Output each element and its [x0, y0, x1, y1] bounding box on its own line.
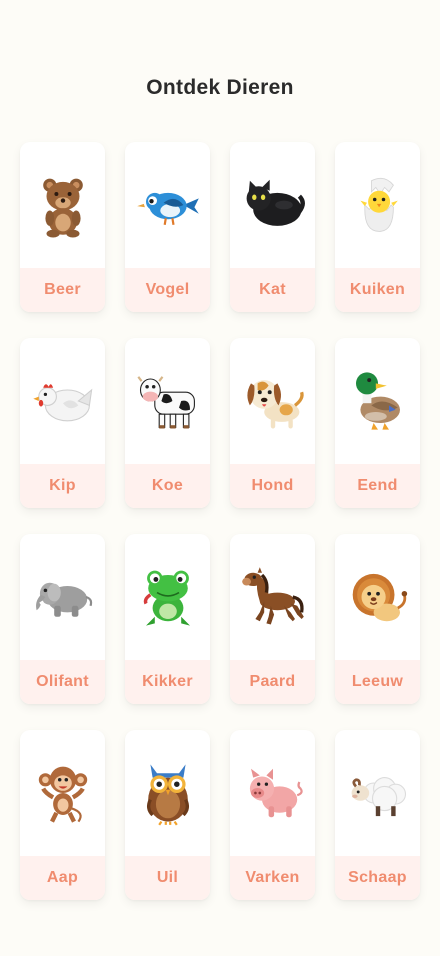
animal-card-elephant[interactable]: Olifant — [20, 534, 105, 704]
elephant-icon — [20, 534, 105, 660]
animal-card-chick[interactable]: Kuiken — [335, 142, 420, 312]
animal-label: Paard — [230, 660, 315, 704]
horse-icon — [230, 534, 315, 660]
chick-icon — [335, 142, 420, 268]
animal-label: Eend — [335, 464, 420, 508]
dog-icon — [230, 338, 315, 464]
monkey-icon — [20, 730, 105, 856]
animal-label: Beer — [20, 268, 105, 312]
sheep-icon — [335, 730, 420, 856]
animal-card-hen[interactable]: Kip — [20, 338, 105, 508]
animal-card-horse[interactable]: Paard — [230, 534, 315, 704]
animal-label: Hond — [230, 464, 315, 508]
animal-card-pig[interactable]: Varken — [230, 730, 315, 900]
animal-label: Uil — [125, 856, 210, 900]
animal-card-bear[interactable]: Beer — [20, 142, 105, 312]
animal-label: Varken — [230, 856, 315, 900]
hen-icon — [20, 338, 105, 464]
animal-label: Aap — [20, 856, 105, 900]
bear-icon — [20, 142, 105, 268]
animal-label: Kikker — [125, 660, 210, 704]
frog-icon — [125, 534, 210, 660]
duck-icon — [335, 338, 420, 464]
page-title: Ontdek Dieren — [146, 76, 294, 99]
animal-card-monkey[interactable]: Aap — [20, 730, 105, 900]
animal-label: Kip — [20, 464, 105, 508]
animal-label: Leeuw — [335, 660, 420, 704]
animal-label: Schaap — [335, 856, 420, 900]
pig-icon — [230, 730, 315, 856]
animal-label: Olifant — [20, 660, 105, 704]
animal-card-sheep[interactable]: Schaap — [335, 730, 420, 900]
animal-card-duck[interactable]: Eend — [335, 338, 420, 508]
cow-icon — [125, 338, 210, 464]
animal-card-cow[interactable]: Koe — [125, 338, 210, 508]
owl-icon — [125, 730, 210, 856]
animal-card-dog[interactable]: Hond — [230, 338, 315, 508]
animal-label: Kuiken — [335, 268, 420, 312]
animal-card-cat[interactable]: Kat — [230, 142, 315, 312]
animal-label: Vogel — [125, 268, 210, 312]
bird-icon — [125, 142, 210, 268]
animal-grid: Beer Vogel Kat Kuiken Kip Koe Hond Eend … — [20, 142, 420, 900]
animal-label: Kat — [230, 268, 315, 312]
animal-card-bird[interactable]: Vogel — [125, 142, 210, 312]
animal-card-lion[interactable]: Leeuw — [335, 534, 420, 704]
animal-card-frog[interactable]: Kikker — [125, 534, 210, 704]
animal-label: Koe — [125, 464, 210, 508]
animal-card-owl[interactable]: Uil — [125, 730, 210, 900]
cat-icon — [230, 142, 315, 268]
lion-icon — [335, 534, 420, 660]
